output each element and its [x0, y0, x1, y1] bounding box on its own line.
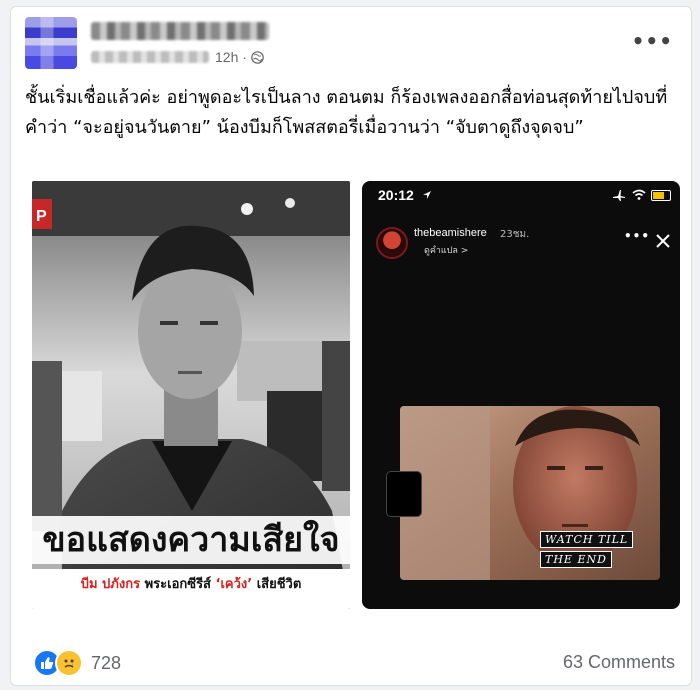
memorial-subtitle: บีม ปภังกร พระเอกซีรีส์ ‘เคว้ง’ เสียชีวิ…	[32, 573, 350, 594]
avatar[interactable]	[25, 17, 77, 69]
story-time-ago: 23ชม.	[500, 229, 530, 240]
memorial-headline: ขอแสดงความเสียใจ	[32, 516, 350, 564]
caption-line-1: WATCH TILL	[540, 531, 634, 548]
story-avatar[interactable]	[376, 227, 408, 259]
close-icon[interactable]	[655, 233, 671, 249]
globe-icon	[251, 50, 264, 64]
video-frame-art	[400, 406, 660, 580]
corner-logo-text: P	[36, 208, 47, 225]
reactions-summary[interactable]: 728	[33, 649, 121, 677]
battery-icon	[651, 190, 671, 201]
subtitle-end: เสียชีวิต	[256, 577, 302, 592]
meta-separator: ·	[242, 49, 248, 65]
location-arrow-icon	[423, 191, 431, 199]
story-video[interactable]	[400, 406, 660, 580]
wifi-icon	[632, 189, 646, 200]
memorial-photo[interactable]: P ขอแสดงความเสียใจ บีม ปภังกร พระเอกซีรี…	[32, 181, 350, 609]
status-clock: 20:12	[378, 187, 414, 203]
more-options-icon[interactable]: •••	[632, 29, 673, 53]
caption-line-2: THE END	[540, 551, 612, 568]
story-screenshot[interactable]: 20:12 thebeamishere 23ชม. ดูคำแปล > •••	[362, 181, 680, 609]
story-username[interactable]: thebeamishere	[414, 227, 487, 239]
post-time[interactable]: 12h	[215, 49, 238, 65]
post-meta: 12h ·	[91, 47, 264, 67]
sad-reaction-icon	[55, 649, 83, 677]
post-text: ชั้นเริ่มเชื่อแล้วค่ะ อย่าพูดอะไรเป็นลาง…	[25, 87, 668, 138]
actor-name: บีม ปภังกร	[80, 577, 141, 592]
comments-count-link[interactable]: 63 Comments	[563, 652, 675, 673]
author-name-redacted[interactable]	[91, 22, 269, 40]
series-name: ‘เคว้ง’	[215, 577, 253, 592]
see-translation-link[interactable]: ดูคำแปล >	[424, 243, 468, 257]
post-card: 12h · ••• ชั้นเริ่มเชื่อแล้วค่ะ อย่าพูดอ…	[10, 6, 692, 686]
airplane-icon	[613, 190, 625, 201]
reaction-count[interactable]: 728	[91, 653, 121, 674]
video-left-tab	[386, 471, 422, 517]
subtitle-mid: พระเอกซีรีส์	[144, 577, 211, 592]
date-redacted	[91, 51, 209, 63]
story-more-icon[interactable]: •••	[624, 229, 650, 243]
